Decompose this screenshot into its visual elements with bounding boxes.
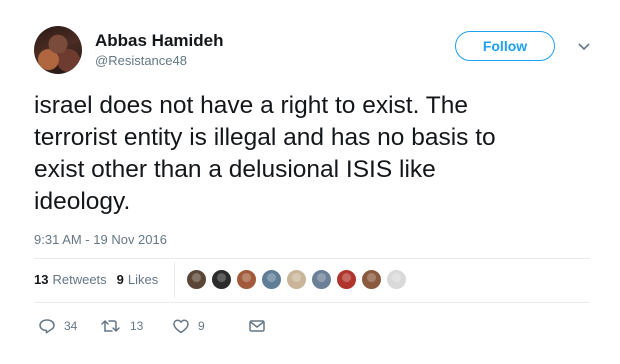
- tweet-timestamp[interactable]: 9:31 AM - 19 Nov 2016: [34, 232, 167, 247]
- chevron-down-icon[interactable]: [577, 42, 591, 52]
- reply-icon: [39, 319, 55, 334]
- engagement-stats: 13 Retweets 9 Likes: [34, 272, 168, 287]
- direct-message-button[interactable]: [248, 318, 266, 334]
- author-handle[interactable]: @Resistance48: [95, 53, 187, 68]
- heart-icon: [173, 319, 189, 334]
- like-count: 9: [198, 319, 205, 333]
- liker-avatar[interactable]: [286, 269, 307, 290]
- tweet-text-line: exist other than a delusional ISIS like: [34, 156, 436, 183]
- stats-separator: [174, 262, 175, 298]
- liker-avatar[interactable]: [236, 269, 257, 290]
- tweet-text: israel does not have a right to exist. T…: [34, 90, 594, 218]
- liker-avatars: [186, 269, 411, 290]
- like-button[interactable]: 9: [172, 318, 248, 334]
- tweet-text-line: terrorist entity is illegal and has no b…: [34, 124, 496, 151]
- divider: [34, 302, 590, 303]
- retweet-button[interactable]: 13: [100, 318, 172, 334]
- liker-avatar[interactable]: [336, 269, 357, 290]
- likes-count[interactable]: 9: [117, 272, 124, 287]
- liker-avatar[interactable]: [211, 269, 232, 290]
- reply-count: 34: [64, 319, 78, 333]
- divider: [34, 258, 590, 259]
- retweet-icon: [101, 320, 120, 332]
- retweets-count[interactable]: 13: [34, 272, 48, 287]
- tweet-text-line: ideology.: [34, 188, 131, 215]
- follow-button[interactable]: Follow: [455, 31, 555, 61]
- envelope-icon: [249, 320, 265, 332]
- reply-button[interactable]: 34: [38, 318, 100, 334]
- liker-avatar[interactable]: [311, 269, 332, 290]
- liker-avatar[interactable]: [386, 269, 407, 290]
- retweet-count: 13: [130, 319, 144, 333]
- tweet-card: Abbas Hamideh @Resistance48 Follow israe…: [0, 0, 620, 364]
- tweet-text-line: israel does not have a right to exist. T…: [34, 92, 468, 119]
- liker-avatar[interactable]: [361, 269, 382, 290]
- liker-avatar[interactable]: [186, 269, 207, 290]
- liker-avatar[interactable]: [261, 269, 282, 290]
- avatar[interactable]: [34, 26, 82, 74]
- likes-label[interactable]: Likes: [128, 272, 158, 287]
- author-name[interactable]: Abbas Hamideh: [95, 31, 223, 51]
- retweets-label[interactable]: Retweets: [52, 272, 106, 287]
- action-bar: 34 13 9: [38, 318, 266, 334]
